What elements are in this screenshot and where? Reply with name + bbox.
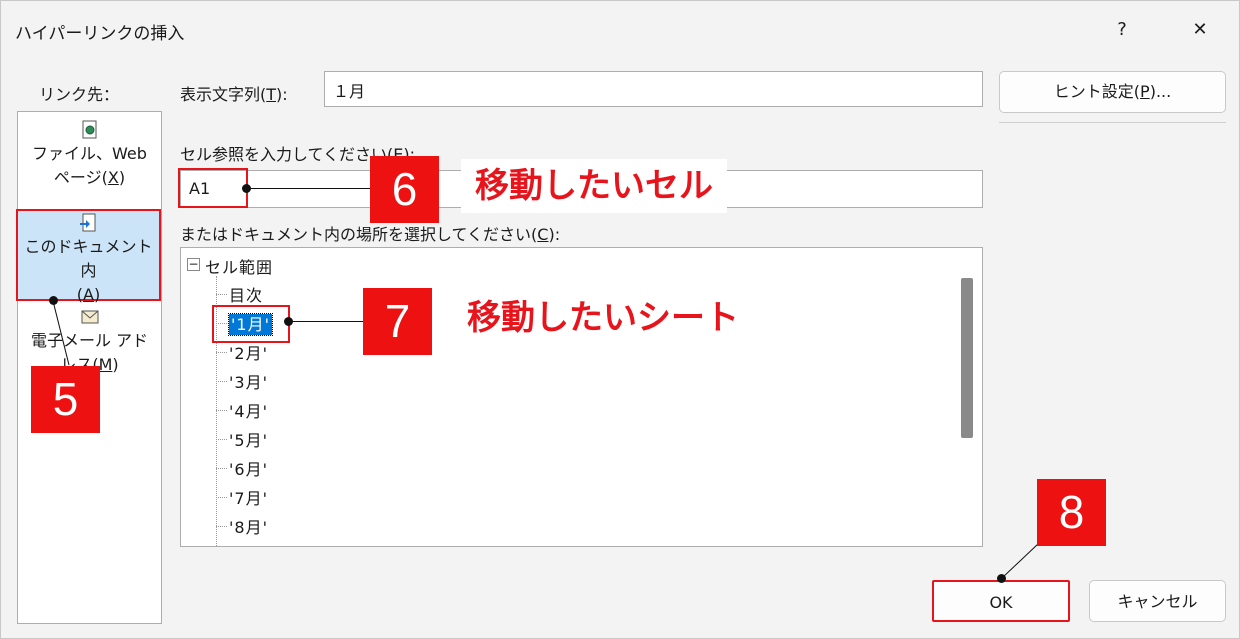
nav-label-line1: このドキュメント内	[24, 237, 153, 280]
label-text-end: ):	[276, 85, 288, 104]
tree-item-label: '6月'	[229, 460, 268, 479]
email-icon	[81, 310, 98, 324]
step-badge-6: 6	[370, 156, 439, 223]
ok-button[interactable]: OK	[932, 580, 1070, 622]
separator	[999, 122, 1226, 123]
screentip-button[interactable]: ヒント設定(P)...	[999, 71, 1226, 113]
cancel-button[interactable]: キャンセル	[1089, 580, 1226, 622]
tree-connector	[216, 497, 227, 498]
accelerator-key: A	[83, 285, 94, 304]
annotation-highlight-sheet	[212, 305, 290, 343]
link-to-label: リンク先：	[39, 85, 120, 104]
tree-item[interactable]: '7月'	[216, 485, 268, 509]
tree-item[interactable]: 目次	[216, 282, 264, 306]
close-button[interactable]: ✕	[1185, 15, 1215, 45]
tree-item-label: '2月'	[229, 344, 268, 363]
nav-label-line2-end: )	[118, 168, 126, 187]
tree-item-label: '5月'	[229, 431, 268, 450]
step-badge-7: 7	[363, 288, 432, 355]
tree-connector	[216, 468, 227, 469]
nav-existing-file-web[interactable]: ファイル、Web ページ(X)	[18, 120, 161, 190]
tree-item-label: '3月'	[229, 373, 268, 392]
tree-scrollbar-thumb[interactable]	[961, 278, 973, 438]
label-text: 表示文字列(	[180, 85, 267, 104]
tree-item[interactable]: '8月'	[216, 514, 268, 538]
tree-item[interactable]: '2月'	[216, 340, 268, 364]
tree-connector	[216, 526, 227, 527]
display-text-input[interactable]: １月	[324, 71, 983, 107]
nav-this-document[interactable]: このドキュメント内 (A)	[16, 209, 161, 304]
tree-item-label: '4月'	[229, 402, 268, 421]
display-text-label: 表示文字列(T):	[180, 81, 288, 105]
tree-root-cell-ranges[interactable]: セル範囲	[205, 254, 273, 278]
tree-connector	[216, 294, 227, 295]
annotation-text-sheet: 移動したいシート	[453, 291, 753, 345]
nav-label-line2-end: )	[93, 285, 101, 304]
tree-item-label: '7月'	[229, 489, 268, 508]
nav-label-line1: 電子メール アド	[30, 331, 149, 350]
close-icon: ✕	[1192, 19, 1208, 40]
document-icon	[79, 213, 95, 232]
hyperlink-dialog: ハイパーリンクの挿入 ? ✕ リンク先： ファイル、Web ページ(X) このド…	[0, 0, 1240, 639]
nav-label-line2-end: )	[112, 355, 119, 374]
button-label-end: )...	[1149, 82, 1172, 101]
label-text: セル参照を入力してください(	[180, 145, 394, 164]
accelerator-key: C	[537, 225, 549, 244]
tree-connector	[216, 439, 227, 440]
tree-connector	[216, 381, 227, 382]
tree-item[interactable]: '6月'	[216, 456, 268, 480]
accelerator-key: X	[107, 168, 119, 187]
tree-connector	[216, 352, 227, 353]
annotation-text-cell: 移動したいセル	[461, 159, 727, 213]
annotation-leader-line	[289, 321, 365, 322]
label-text: またはドキュメント内の場所を選択してください(	[180, 225, 538, 244]
nav-label-line2: ページ(	[53, 168, 108, 187]
step-badge-8: 8	[1037, 479, 1106, 546]
step-badge-5: 5	[31, 366, 100, 433]
tree-item[interactable]: '5月'	[216, 427, 268, 451]
help-button[interactable]: ?	[1107, 15, 1137, 45]
accelerator-key: M	[98, 355, 113, 374]
accelerator-key: P	[1140, 82, 1150, 101]
nav-label-line1: ファイル、Web	[32, 144, 147, 163]
tree-item[interactable]: '9月'	[229, 543, 268, 546]
annotation-highlight-cell	[178, 168, 248, 208]
place-label: またはドキュメント内の場所を選択してください(C):	[180, 221, 560, 245]
tree-item-label: 目次	[229, 286, 264, 305]
accelerator-key: T	[266, 85, 277, 104]
tree-connector	[216, 410, 227, 411]
label-text-end: ):	[548, 225, 561, 244]
annotation-leader-line	[1001, 542, 1040, 579]
tree-item[interactable]: '4月'	[216, 398, 268, 422]
annotation-leader-line	[52, 300, 70, 366]
button-label: ヒント設定(	[1053, 82, 1141, 101]
file-web-icon	[82, 120, 96, 139]
annotation-leader-line	[247, 188, 373, 189]
collapse-toggle-icon[interactable]: −	[187, 258, 200, 271]
dialog-title: ハイパーリンクの挿入	[15, 24, 185, 44]
tree-item[interactable]: '3月'	[216, 369, 268, 393]
tree-item-label: '8月'	[229, 518, 268, 537]
tree-item[interactable]: '1月'	[212, 305, 290, 343]
